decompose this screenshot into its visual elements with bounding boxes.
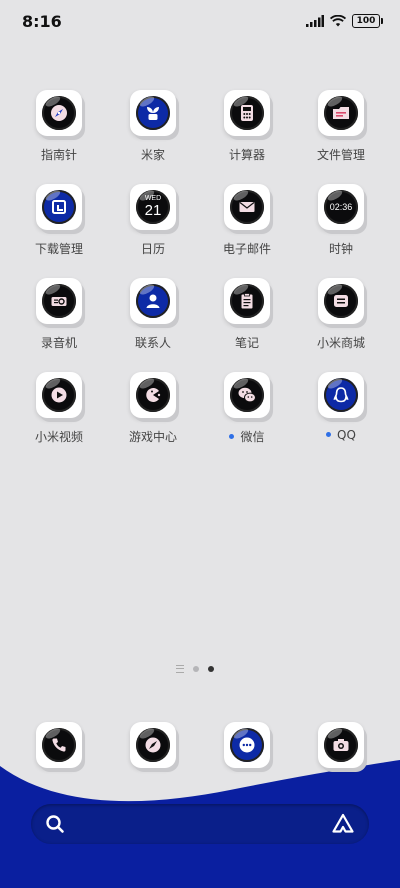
app-tile[interactable]: 02:36 xyxy=(318,184,364,230)
mijia-plant-icon xyxy=(136,96,170,130)
app-tile[interactable]: WED 21 xyxy=(130,184,176,230)
compass-icon xyxy=(42,96,76,130)
app-recorder[interactable]: 录音机 xyxy=(12,278,106,368)
app-label: 电子邮件 xyxy=(222,242,271,256)
page-dot-active[interactable] xyxy=(208,666,214,672)
app-email[interactable]: 电子邮件 xyxy=(200,184,294,274)
app-label: 下载管理 xyxy=(34,242,83,256)
assistant-icon[interactable] xyxy=(331,813,355,835)
search-bar[interactable] xyxy=(31,804,369,844)
app-tile[interactable] xyxy=(224,90,270,136)
app-tile[interactable] xyxy=(318,722,364,768)
camera-icon xyxy=(324,728,358,762)
dock-phone[interactable] xyxy=(12,722,106,772)
app-tile[interactable] xyxy=(130,372,176,418)
search-icon[interactable] xyxy=(45,814,65,834)
qq-penguin-icon xyxy=(324,378,358,412)
signal-icon xyxy=(306,15,324,27)
app-tile[interactable] xyxy=(224,722,270,768)
app-label: 指南针 xyxy=(40,148,77,162)
notification-dot xyxy=(326,432,332,437)
app-game-center[interactable]: 游戏中心 xyxy=(106,372,200,462)
mail-icon xyxy=(230,190,264,224)
app-label: 录音机 xyxy=(40,336,77,350)
app-clock[interactable]: 02:36 时钟 xyxy=(294,184,388,274)
dock-messages[interactable] xyxy=(200,722,294,772)
app-mi-video[interactable]: 小米视频 xyxy=(12,372,106,462)
mi-store-icon xyxy=(324,284,358,318)
minus-one-screen-indicator[interactable] xyxy=(176,665,184,673)
app-label: QQ xyxy=(294,428,388,442)
app-label: 文件管理 xyxy=(316,148,365,162)
app-label-text: 微信 xyxy=(240,430,265,444)
folder-icon xyxy=(324,96,358,130)
notification-dot xyxy=(229,434,235,439)
app-tile[interactable] xyxy=(224,278,270,324)
wechat-icon xyxy=(230,378,264,412)
app-label: 小米视频 xyxy=(34,430,83,444)
status-bar: 8:16 100 xyxy=(0,0,400,40)
battery-indicator: 100 xyxy=(352,14,383,28)
status-icons: 100 xyxy=(306,13,383,29)
recorder-icon xyxy=(42,284,76,318)
app-label: 计算器 xyxy=(228,148,265,162)
app-label: 微信 xyxy=(200,428,294,445)
page-dot[interactable] xyxy=(193,666,199,672)
notes-icon xyxy=(230,284,264,318)
app-label: 联系人 xyxy=(134,336,171,350)
app-file-manager[interactable]: 文件管理 xyxy=(294,90,388,180)
wifi-icon xyxy=(330,15,346,27)
app-tile[interactable] xyxy=(318,372,364,418)
app-wechat[interactable]: 微信 xyxy=(200,372,294,462)
app-tile[interactable] xyxy=(36,184,82,230)
dock-camera[interactable] xyxy=(294,722,388,772)
app-tile[interactable] xyxy=(224,184,270,230)
app-calendar[interactable]: WED 21 日历 xyxy=(106,184,200,274)
app-label: 时钟 xyxy=(328,242,353,256)
app-tile[interactable] xyxy=(36,278,82,324)
app-label: 日历 xyxy=(140,242,165,256)
calendar-day: 21 xyxy=(144,202,162,219)
status-time: 8:16 xyxy=(22,12,62,31)
app-tile[interactable] xyxy=(224,372,270,418)
app-tile[interactable] xyxy=(318,90,364,136)
dock-browser[interactable] xyxy=(106,722,200,772)
app-tile[interactable] xyxy=(130,722,176,768)
clock-time: 02:36 xyxy=(329,202,353,212)
app-tile[interactable] xyxy=(130,278,176,324)
browser-icon xyxy=(136,728,170,762)
download-icon xyxy=(42,190,76,224)
calendar-icon: WED 21 xyxy=(136,190,170,224)
app-contacts[interactable]: 联系人 xyxy=(106,278,200,368)
app-tile[interactable] xyxy=(36,90,82,136)
contacts-icon xyxy=(136,284,170,318)
app-tile[interactable] xyxy=(36,722,82,768)
app-downloads[interactable]: 下载管理 xyxy=(12,184,106,274)
app-tile[interactable] xyxy=(36,372,82,418)
app-tile[interactable] xyxy=(130,90,176,136)
clock-icon: 02:36 xyxy=(324,190,358,224)
app-label: 游戏中心 xyxy=(128,430,177,444)
game-center-icon xyxy=(136,378,170,412)
phone-icon xyxy=(42,728,76,762)
app-mi-store[interactable]: 小米商城 xyxy=(294,278,388,368)
app-compass[interactable]: 指南针 xyxy=(12,90,106,180)
app-tile[interactable] xyxy=(318,278,364,324)
video-play-icon xyxy=(42,378,76,412)
app-qq[interactable]: QQ xyxy=(294,372,388,462)
calculator-icon xyxy=(230,96,264,130)
app-label-text: QQ xyxy=(337,428,356,442)
page-indicator[interactable] xyxy=(176,664,224,674)
app-label: 小米商城 xyxy=(316,336,365,350)
app-calculator[interactable]: 计算器 xyxy=(200,90,294,180)
app-mijia[interactable]: 米家 xyxy=(106,90,200,180)
app-notes[interactable]: 笔记 xyxy=(200,278,294,368)
app-label: 米家 xyxy=(140,148,165,162)
app-label: 笔记 xyxy=(234,336,259,350)
messages-icon xyxy=(230,728,264,762)
